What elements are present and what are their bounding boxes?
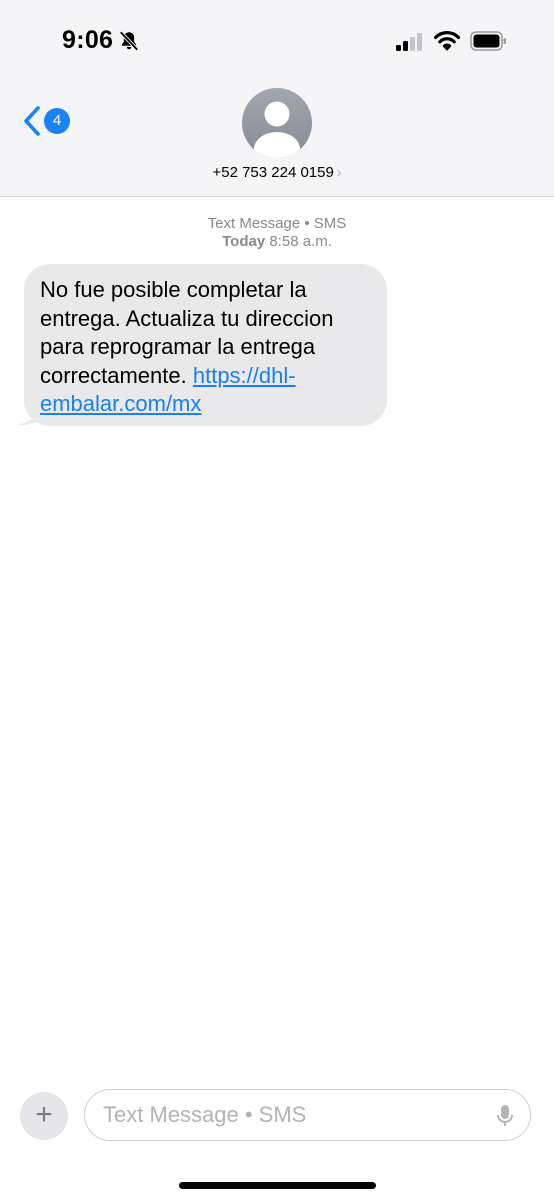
chevron-left-icon (24, 106, 40, 136)
contact-name[interactable]: +52 753 224 0159 › (0, 164, 554, 181)
timestamp-time: 8:58 a.m. (269, 233, 332, 250)
battery-icon (470, 31, 506, 51)
home-indicator[interactable] (179, 1182, 376, 1189)
unread-count-badge: 4 (44, 108, 70, 134)
microphone-icon[interactable] (496, 1104, 514, 1128)
person-icon (254, 101, 300, 158)
plus-button[interactable]: + (20, 1092, 68, 1140)
status-time: 9:06 (62, 26, 114, 54)
avatar[interactable] (242, 88, 312, 158)
conversation-header: 9:06 4 +52 753 224 0159 › (0, 0, 554, 197)
contact-number: +52 753 224 0159 (212, 164, 334, 181)
cellular-signal-icon (396, 33, 422, 51)
message-timestamp: Today 8:58 a.m. (0, 233, 554, 251)
back-button[interactable]: 4 (22, 104, 72, 138)
message-metadata: Text Message • SMS Today 8:58 a.m. (0, 215, 554, 251)
chevron-right-icon: › (336, 164, 342, 180)
message-input-placeholder: Text Message • SMS (103, 1102, 307, 1127)
wifi-icon (434, 31, 460, 51)
message-bubble[interactable]: No fue posible completar la entrega. Act… (24, 264, 387, 426)
message-input[interactable]: Text Message • SMS (84, 1089, 531, 1141)
timestamp-day: Today (222, 233, 266, 250)
plus-icon: + (35, 1098, 53, 1131)
bell-slash-icon (119, 31, 139, 51)
service-label: Text Message • SMS (207, 215, 347, 232)
